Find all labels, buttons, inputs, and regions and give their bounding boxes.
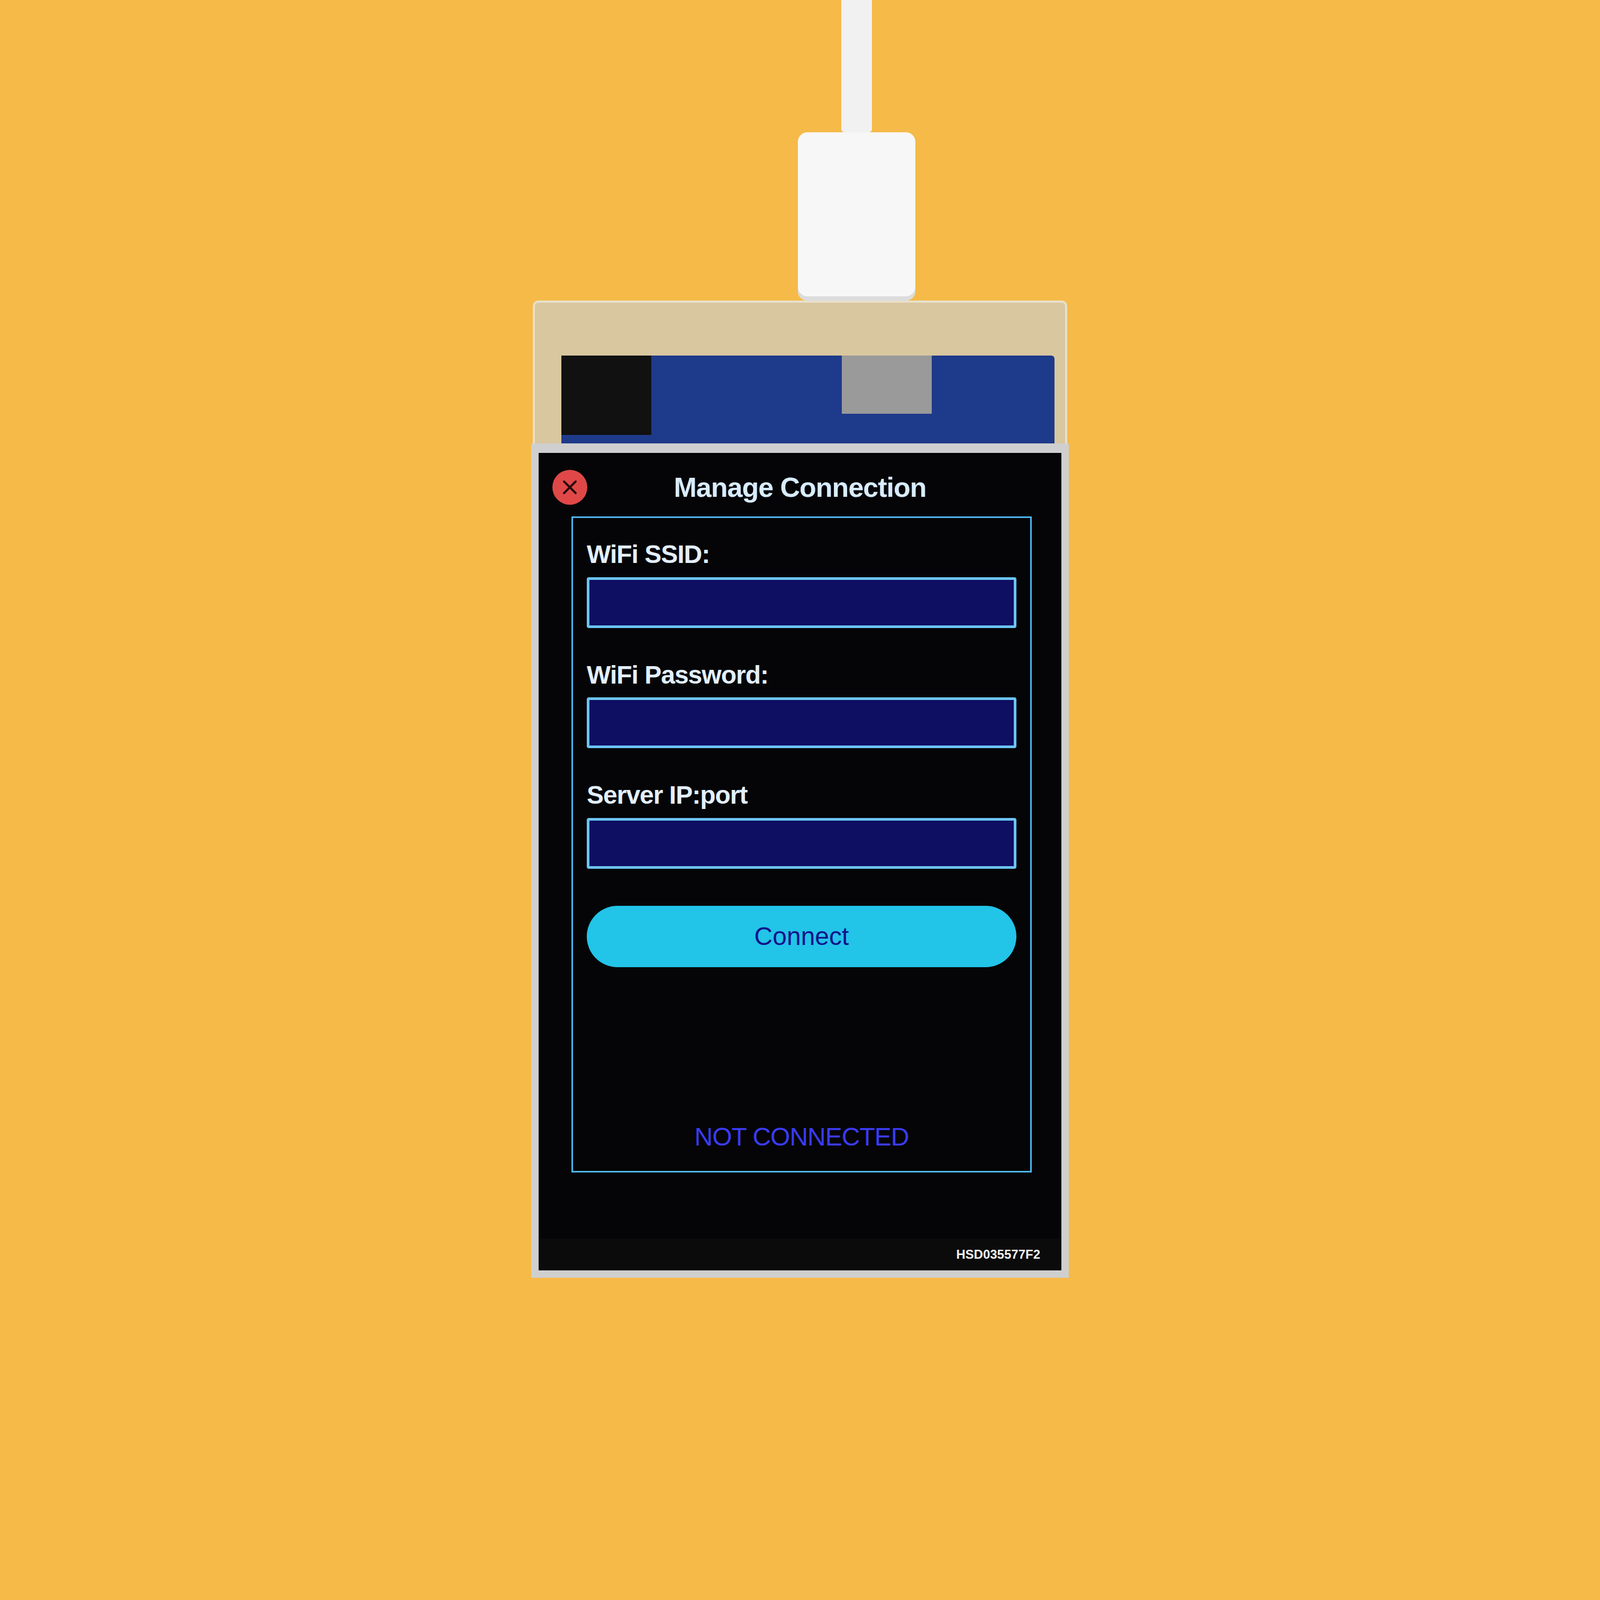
bezel-strip: HSD035577F2 bbox=[538, 1238, 1062, 1271]
title-bar: Manage Connection bbox=[551, 458, 1049, 517]
usb-plug bbox=[797, 132, 916, 301]
screen-bezel: Manage Connection WiFi SSID: WiFi Password… bbox=[531, 443, 1069, 1278]
connection-status: NOT CONNECTED bbox=[586, 1117, 1017, 1157]
usb-cable bbox=[841, 0, 872, 133]
circuit-board bbox=[561, 355, 1055, 444]
text-field[interactable] bbox=[586, 817, 1017, 869]
field-label: Server IP:port bbox=[586, 779, 1017, 811]
connect-button[interactable]: Connect bbox=[586, 905, 1017, 968]
field-label: WiFi SSID: bbox=[586, 539, 1017, 570]
power-jack bbox=[561, 355, 652, 435]
text-field[interactable] bbox=[586, 577, 1017, 629]
usb-port bbox=[841, 355, 932, 414]
close-icon[interactable] bbox=[551, 468, 589, 506]
device-board bbox=[532, 300, 1068, 444]
screen-title: Manage Connection bbox=[588, 466, 1012, 508]
display-screen: Manage Connection WiFi SSID: WiFi Password… bbox=[538, 452, 1062, 1239]
field-label: WiFi Password: bbox=[586, 659, 1017, 691]
text-field[interactable] bbox=[586, 697, 1017, 749]
connection-panel: WiFi SSID: WiFi Password: Server IP:port Co… bbox=[571, 516, 1032, 1173]
hardware-label: HSD035577F2 bbox=[956, 1244, 1041, 1265]
